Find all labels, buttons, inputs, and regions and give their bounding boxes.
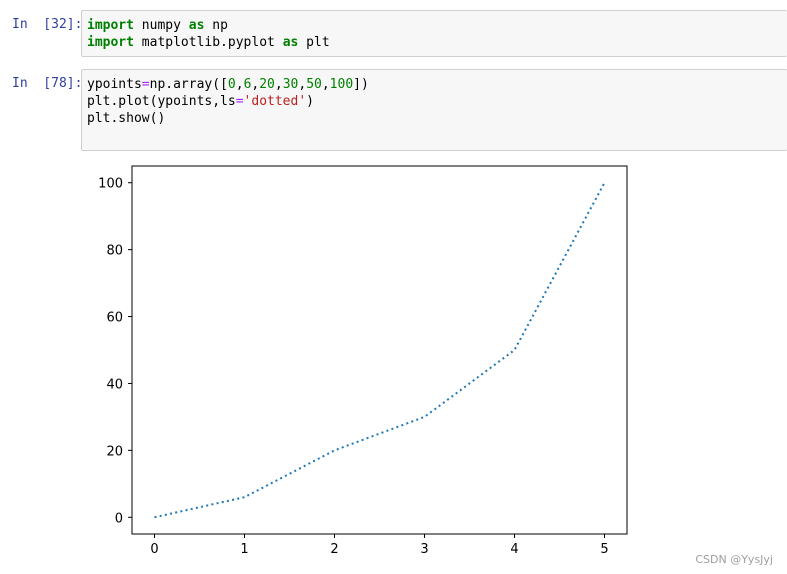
y-tick-label: 20 <box>106 444 123 459</box>
cell-prompt: In [78]: <box>12 76 83 91</box>
code-token: plt.show() <box>87 111 166 126</box>
code-token: 'dotted' <box>243 94 307 109</box>
code-token: ypoints <box>87 77 142 92</box>
plot-frame <box>131 165 628 535</box>
line-chart: 0 1 2 3 4 5 0 20 40 60 80 100 <box>98 165 628 557</box>
code-token: 100 <box>329 77 354 92</box>
cell-prompt: In [32]: <box>12 17 83 32</box>
code-token: numpy <box>133 18 189 33</box>
code-token: 0 <box>227 77 236 92</box>
code-token: plt.plot(ypoints,ls <box>87 94 236 109</box>
x-tick-label: 4 <box>510 542 518 557</box>
watermark: CSDN @YysJyj <box>695 553 773 566</box>
code-token: ]) <box>353 77 369 92</box>
x-tick-label: 0 <box>150 542 158 557</box>
code-token: import <box>87 18 134 33</box>
code-token: , <box>298 77 307 92</box>
y-tick-label: 100 <box>98 177 123 192</box>
code-input-imports[interactable]: import numpy as np import matplotlib.pypl… <box>81 10 787 57</box>
x-tick-label: 3 <box>420 542 428 557</box>
code-token: 50 <box>306 77 322 92</box>
code-token: 30 <box>282 77 299 92</box>
code-line: ypoints=np.array([0,6,20,30,50,100]) <box>87 76 782 93</box>
x-tick-label: 1 <box>240 542 248 557</box>
code-token: = <box>235 94 244 109</box>
x-tick-label: 2 <box>330 542 338 557</box>
code-token: as <box>282 35 299 50</box>
code-line: plt.show() <box>87 110 782 127</box>
code-token: np <box>204 18 228 33</box>
code-token: = <box>141 77 150 92</box>
y-tick-label: 80 <box>106 244 123 259</box>
code-token: 20 <box>259 77 275 92</box>
code-token: import <box>87 35 134 50</box>
code-token: , <box>321 77 330 92</box>
x-tick-label: 5 <box>600 542 608 557</box>
code-token: as <box>188 18 205 33</box>
code-token: np.array([ <box>149 77 228 92</box>
y-tick-label: 40 <box>106 377 123 392</box>
code-token: , <box>274 77 283 92</box>
code-line: import matplotlib.pyplot as plt <box>87 34 782 51</box>
code-input-plot[interactable]: ypoints=np.array([0,6,20,30,50,100]) plt.… <box>81 69 787 151</box>
cell-output-plot: 0 1 2 3 4 5 0 20 40 60 80 100 <box>81 158 701 563</box>
y-tick-label: 0 <box>115 511 123 526</box>
code-token: matplotlib.pyplot <box>133 35 283 50</box>
code-token: plt <box>298 35 330 50</box>
code-token: ) <box>306 94 314 109</box>
code-line: plt.plot(ypoints,ls='dotted') <box>87 93 782 110</box>
code-token: , <box>235 77 244 92</box>
y-tick-label: 60 <box>106 311 123 326</box>
code-line: import numpy as np <box>87 17 782 34</box>
